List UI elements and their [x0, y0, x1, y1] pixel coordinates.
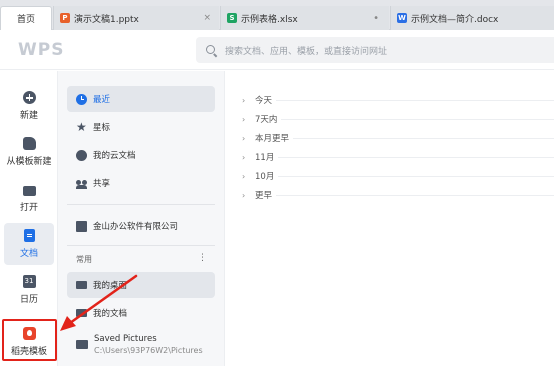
desktop-folder-icon: [76, 281, 87, 289]
chevron-right-icon: ›: [242, 190, 246, 200]
group-earlier[interactable]: › 更早: [242, 187, 554, 203]
chevron-right-icon: ›: [242, 171, 246, 181]
star-icon: ★: [76, 119, 87, 134]
tab-docx[interactable]: W 示例文档—简介.docx: [390, 6, 554, 30]
close-icon[interactable]: ×: [203, 13, 211, 23]
nav-pictures-label: Saved Pictures: [94, 333, 157, 344]
pictures-folder-icon: [76, 339, 88, 349]
nav-my-desktop[interactable]: 我的桌面: [67, 272, 215, 298]
tab-docx-label: 示例文档—简介.docx: [411, 14, 499, 25]
nav-section-common: 常用: [76, 255, 92, 264]
group-label: 今天: [255, 96, 273, 106]
nav-cloud-label: 我的云文档: [93, 151, 136, 161]
tab-home[interactable]: 首页: [0, 6, 52, 30]
nav-recent[interactable]: 最近: [67, 86, 215, 112]
rail-open[interactable]: 打开: [4, 177, 54, 219]
more-options-icon[interactable]: ⋮: [198, 253, 207, 263]
ppt-file-icon: P: [60, 13, 70, 23]
rail-documents[interactable]: 文档: [4, 223, 54, 265]
tab-xlsx[interactable]: S 示例表格.xlsx •: [220, 6, 389, 30]
nav-saved-pictures[interactable]: Saved Pictures C:\Users\93P76W2\Pictures: [67, 329, 215, 359]
chevron-right-icon: ›: [242, 114, 246, 124]
calendar-icon: [22, 275, 36, 288]
document-icon: [23, 229, 35, 242]
nav-recent-label: 最近: [93, 95, 111, 105]
nav-divider: [67, 245, 215, 246]
folder-icon: [22, 186, 36, 196]
tab-home-label: 首页: [16, 15, 35, 25]
documents-folder-icon: [76, 309, 87, 317]
rail-template-label: 从模板新建: [6, 157, 52, 167]
rail-new[interactable]: 新建: [4, 85, 54, 127]
share-users-icon: [76, 178, 87, 189]
nav-shared-label: 共享: [93, 179, 111, 189]
rail-calendar-label: 日历: [19, 295, 38, 305]
group-november[interactable]: › 11月: [242, 149, 554, 165]
xls-file-icon: S: [227, 13, 237, 23]
group-7-days[interactable]: › 7天内: [242, 111, 554, 127]
rail-new-from-template[interactable]: 从模板新建: [4, 131, 54, 173]
rail-open-label: 打开: [19, 203, 38, 213]
cloud-icon: [76, 149, 87, 161]
group-label: 10月: [255, 172, 275, 182]
recent-file-list: › 今天 › 7天内 › 本月更早 › 11月 › 10月 › 更早: [225, 71, 554, 366]
chevron-right-icon: ›: [242, 95, 246, 105]
organization-icon: [76, 220, 87, 232]
nav-my-documents[interactable]: 我的文档: [67, 300, 215, 326]
group-label: 11月: [255, 153, 275, 163]
chevron-right-icon: ›: [242, 133, 246, 143]
tab-xlsx-label: 示例表格.xlsx: [241, 14, 298, 25]
wps-logo: WPS: [18, 40, 65, 60]
search-icon: [206, 44, 217, 56]
left-rail: 新建 从模板新建 打开 文档 日历 稻壳模板: [0, 71, 57, 366]
template-icon: [22, 137, 36, 150]
nav-organization-label: 金山办公软件有限公司: [93, 222, 179, 232]
group-october[interactable]: › 10月: [242, 168, 554, 184]
header-bar: WPS 搜索文档、应用、模板，或直接访问网址: [0, 30, 554, 70]
nav-documents-label: 我的文档: [93, 309, 128, 319]
clock-icon: [76, 93, 87, 105]
nav-organization[interactable]: 金山办公软件有限公司: [67, 213, 215, 239]
nav-starred-label: 星标: [93, 123, 111, 133]
group-earlier-this-month[interactable]: › 本月更早: [242, 130, 554, 146]
chevron-right-icon: ›: [242, 152, 246, 162]
search-placeholder: 搜索文档、应用、模板，或直接访问网址: [225, 46, 388, 57]
group-label: 更早: [255, 191, 273, 201]
unsaved-dot-icon[interactable]: •: [373, 13, 379, 24]
nav-shared[interactable]: 共享: [67, 170, 215, 196]
group-today[interactable]: › 今天: [242, 92, 554, 108]
tab-pptx-label: 演示文稿1.pptx: [74, 14, 139, 25]
nav-panel: 最近 ★ 星标 我的云文档 共享 金山办公软件有限公司 常用 ⋮ 我的桌面 我的…: [57, 71, 225, 366]
doc-file-icon: W: [397, 13, 407, 23]
search-input[interactable]: 搜索文档、应用、模板，或直接访问网址: [196, 37, 554, 63]
annotation-highlight-box: [2, 319, 57, 361]
tab-bar: 首页 P 演示文稿1.pptx × S 示例表格.xlsx • W 示例文档—简…: [0, 0, 554, 30]
group-label: 本月更早: [255, 134, 290, 144]
tab-pptx[interactable]: P 演示文稿1.pptx ×: [53, 6, 219, 30]
nav-starred[interactable]: ★ 星标: [67, 114, 215, 140]
rail-calendar[interactable]: 日历: [4, 269, 54, 311]
nav-cloud-docs[interactable]: 我的云文档: [67, 142, 215, 168]
nav-divider: [67, 204, 215, 205]
nav-pictures-path: C:\Users\93P76W2\Pictures: [94, 345, 203, 355]
group-label: 7天内: [255, 115, 278, 125]
rail-new-label: 新建: [19, 111, 38, 121]
plus-circle-icon: [22, 91, 36, 104]
rail-documents-label: 文档: [19, 249, 38, 259]
nav-desktop-label: 我的桌面: [93, 281, 128, 291]
